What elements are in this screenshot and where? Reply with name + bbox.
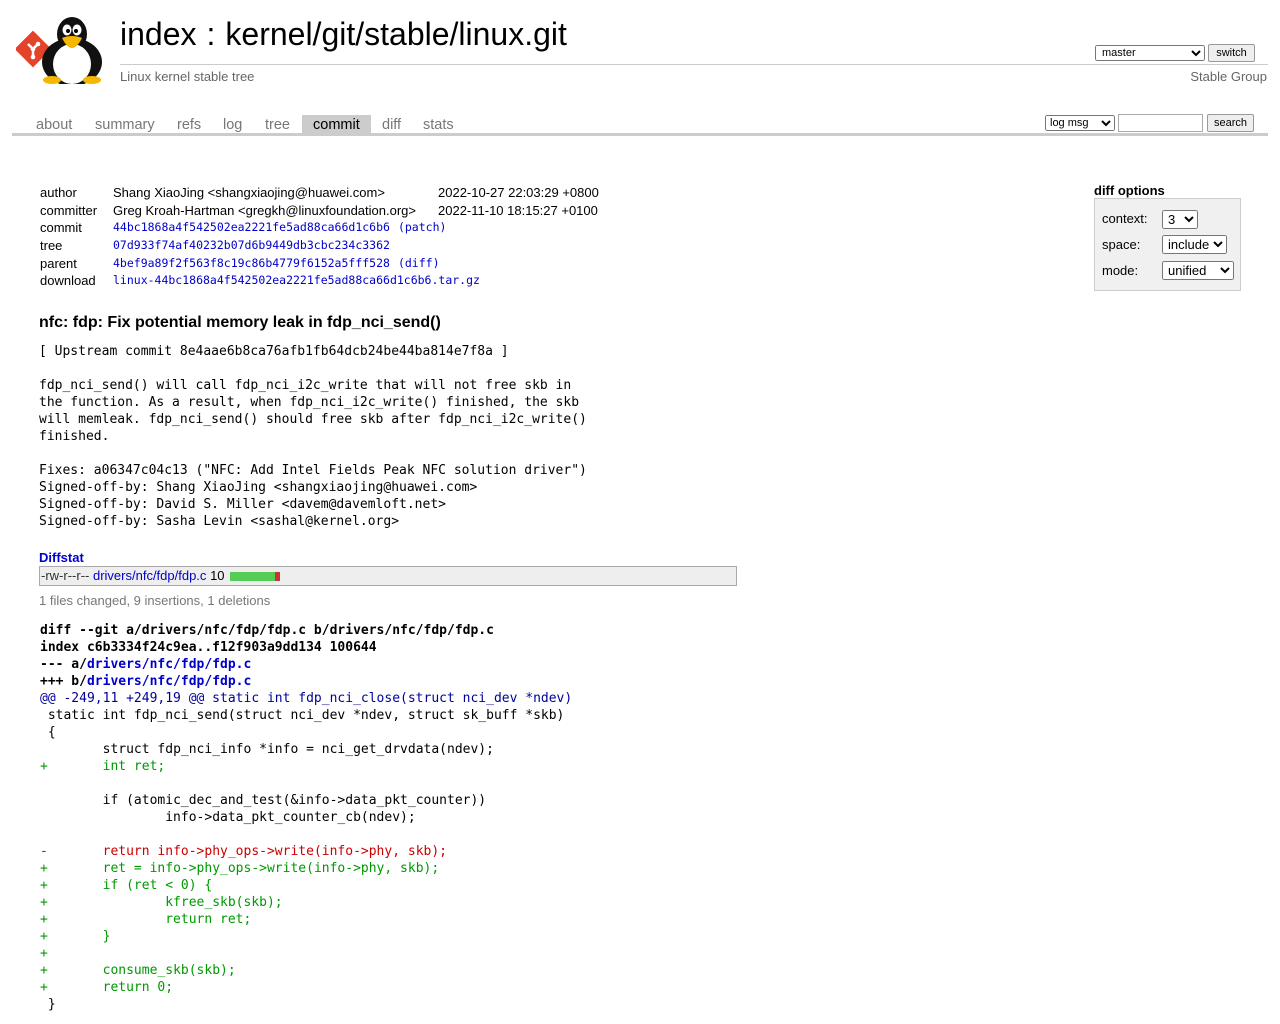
mode-label: mode: [1102, 263, 1139, 278]
diffstat-file-link[interactable]: drivers/nfc/fdp/fdp.c [93, 568, 206, 583]
insertions-bar [229, 572, 275, 581]
download-label: download [40, 273, 96, 289]
search-button[interactable]: search [1207, 114, 1254, 132]
committer-value: Greg Kroah-Hartman <gregkh@linuxfoundati… [113, 202, 416, 218]
diff-line-context [40, 826, 572, 843]
diff-line-added: + ret = info->phy_ops->write(info->phy, … [40, 861, 440, 876]
search-scope-select[interactable]: log msg [1045, 115, 1115, 131]
penguin-icon [42, 17, 102, 84]
diff-options-panel: context: 3 space: include mode: unified [1094, 198, 1241, 291]
diff-line-context: info->data_pkt_counter_cb(ndev); [40, 810, 416, 825]
diff-hunk-header: @@ -249,11 +249,19 @@ static int fdp_nci… [40, 691, 573, 706]
header-divider [120, 64, 1268, 65]
diff-line-added: + kfree_skb(skb); [40, 895, 283, 910]
tree-label: tree [40, 238, 63, 254]
patch-link[interactable]: (patch) [398, 220, 446, 234]
minus-file-link[interactable]: drivers/nfc/fdp/fdp.c [87, 657, 251, 672]
title-separator: : [206, 16, 216, 52]
repo-description: Linux kernel stable tree [120, 69, 255, 84]
diffstat-table: -rw-r--r-- drivers/nfc/fdp/fdp.c 10 [39, 566, 737, 586]
tab-refs[interactable]: refs [166, 115, 212, 135]
commit-message-body: [ Upstream commit 8e4aae6b8ca76afb1fb64d… [39, 344, 587, 529]
diff-line-added: + if (ret < 0) { [40, 878, 213, 893]
diffstat-link[interactable]: Diffstat [39, 550, 84, 565]
tree-hash-link[interactable]: 07d933f74af40232b07d6b9449db3cbc234c3362 [113, 238, 390, 252]
diff-line-added: + return ret; [40, 912, 252, 927]
deletions-bar [274, 572, 280, 581]
diff-line-added: + [40, 946, 48, 961]
tab-about[interactable]: about [25, 115, 83, 135]
author-label: author [40, 185, 77, 200]
tab-stats[interactable]: stats [412, 115, 465, 135]
tab-summary[interactable]: summary [84, 115, 166, 135]
search-input[interactable] [1118, 114, 1203, 132]
plus-prefix: +++ b/ [40, 674, 87, 689]
index-link[interactable]: index [120, 16, 197, 52]
diff-line-added: + return 0; [40, 980, 174, 995]
diff-view: diff --git a/drivers/nfc/fdp/fdp.c b/dri… [40, 622, 572, 1013]
change-count: 10 [210, 568, 225, 583]
commit-label: commit [40, 220, 82, 236]
author-value: Shang XiaoJing <shangxiaojing@huawei.com… [113, 185, 385, 200]
parent-diff-link[interactable]: (diff) [398, 256, 440, 270]
branch-select[interactable]: master [1095, 45, 1205, 61]
diff-line-added: + consume_skb(skb); [40, 963, 236, 978]
diff-index-line: index c6b3334f24c9ea..f12f903a9dd134 100… [40, 640, 377, 655]
space-select[interactable]: include [1162, 235, 1227, 254]
diff-line-context [40, 775, 572, 792]
page-title: index: kernel/git/stable/linux.git [120, 16, 567, 53]
switch-button[interactable]: switch [1208, 44, 1255, 62]
download-link[interactable]: linux-44bc1868a4f542502ea2221fe5ad88ca66… [113, 273, 480, 287]
context-select[interactable]: 3 [1162, 210, 1198, 229]
minus-prefix: --- a/ [40, 657, 87, 672]
file-mode: -rw-r--r-- [41, 568, 90, 583]
diff-line-context: if (atomic_dec_and_test(&info->data_pkt_… [40, 793, 487, 808]
context-label: context: [1102, 211, 1148, 226]
tab-commit[interactable]: commit [302, 115, 371, 135]
tab-tree[interactable]: tree [254, 115, 301, 135]
space-label: space: [1102, 237, 1141, 252]
parent-label: parent [40, 255, 77, 271]
tux-logo[interactable] [16, 14, 108, 84]
parent-hash-link[interactable]: 4bef9a89f2f563f8c19c86b4779f6152a5fff528 [113, 256, 390, 270]
plus-file-link[interactable]: drivers/nfc/fdp/fdp.c [87, 674, 251, 689]
commit-subject: nfc: fdp: Fix potential memory leak in f… [39, 314, 441, 331]
repo-link[interactable]: kernel/git/stable/linux.git [225, 16, 567, 52]
diff-plus-line: +++ b/drivers/nfc/fdp/fdp.c [40, 673, 572, 690]
diff-line-added: + } [40, 929, 111, 944]
diff-line-context: { [40, 725, 56, 740]
diff-minus-line: --- a/drivers/nfc/fdp/fdp.c [40, 656, 572, 673]
diff-line-added: + int ret; [40, 759, 166, 774]
diff-line-context: struct fdp_nci_info *info = nci_get_drvd… [40, 742, 494, 757]
author-date: 2022-10-27 22:03:29 +0800 [438, 185, 599, 200]
diff-options-title: diff options [1094, 183, 1165, 198]
diffstat-graph [229, 568, 280, 581]
repo-owner: Stable Group [1190, 69, 1267, 84]
diff-lines: static int fdp_nci_send(struct nci_dev *… [40, 707, 572, 1013]
committer-date: 2022-11-10 18:15:27 +0100 [438, 202, 598, 218]
diff-git-line: diff --git a/drivers/nfc/fdp/fdp.c b/dri… [40, 623, 494, 638]
tab-diff[interactable]: diff [371, 115, 412, 135]
tab-log[interactable]: log [212, 115, 253, 135]
diff-line-context: } [40, 997, 56, 1012]
mode-select[interactable]: unified [1162, 261, 1234, 280]
diff-line-context: static int fdp_nci_send(struct nci_dev *… [40, 708, 565, 723]
commit-hash-link[interactable]: 44bc1868a4f542502ea2221fe5ad88ca66d1c6b6 [113, 220, 390, 234]
committer-label: committer [40, 202, 98, 218]
diffstat-summary: 1 files changed, 9 insertions, 1 deletio… [39, 593, 271, 608]
diff-line-removed: - return info->phy_ops->write(info->phy,… [40, 844, 447, 859]
